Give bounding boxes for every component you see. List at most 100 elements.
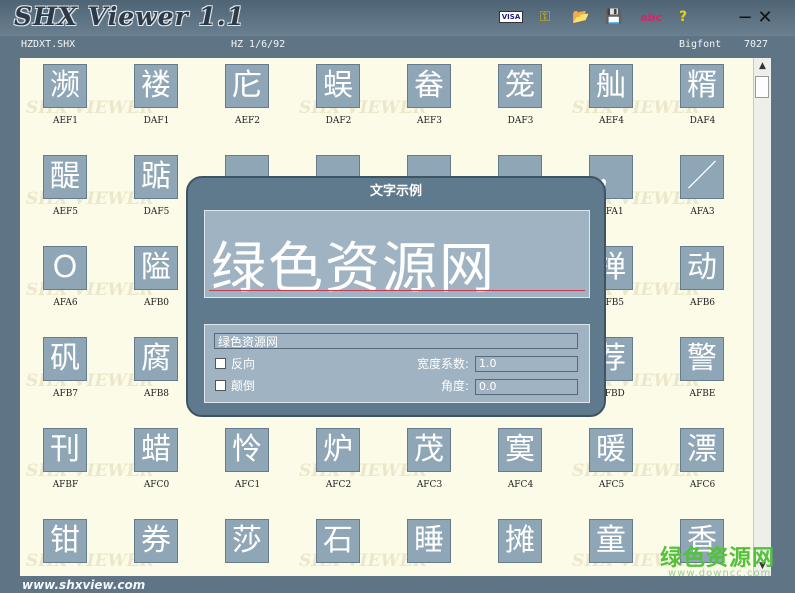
key-icon-glyph: ⚿ <box>539 9 551 25</box>
glyph-cell[interactable]: 券 <box>111 513 202 576</box>
glyph-code: AEF2 <box>234 116 261 126</box>
glyph-code: DAF2 <box>325 116 352 126</box>
glyph-cell[interactable]: 动 AFB6 <box>657 240 748 331</box>
invert-checkbox[interactable] <box>215 380 226 391</box>
info-bar: HZDXT.SHX HZ 1/6/92 Bigfont 7027 <box>0 36 795 56</box>
brand-url: www.downcc.com <box>668 568 772 579</box>
glyph-cell[interactable]: Ｏ AFA6 <box>20 240 111 331</box>
glyph-code: AFC1 <box>234 480 261 490</box>
glyph-cell[interactable]: 炉 AFC2 <box>293 422 384 513</box>
glyph-code: AFC3 <box>416 480 443 490</box>
open-folder-icon-glyph: 📂 <box>572 9 590 25</box>
glyph-box: 隘 <box>134 246 178 290</box>
angle-label: 角度: <box>441 379 470 393</box>
font-type: Bigfont <box>679 39 722 50</box>
glyph-box: 蜈 <box>316 64 360 108</box>
glyph-box: 动 <box>680 246 724 290</box>
glyph-code: AFB6 <box>689 298 716 308</box>
reverse-checkbox[interactable] <box>215 358 226 369</box>
glyph-box: 笼 <box>498 64 542 108</box>
glyph-code: AEF5 <box>52 207 79 217</box>
glyph-code: AFC2 <box>325 480 352 490</box>
glyph-box: 石 <box>316 519 360 563</box>
glyph-cell[interactable]: 糈 DAF4 <box>657 58 748 149</box>
glyph-code: DAF3 <box>507 116 534 126</box>
glyph-box: 券 <box>134 519 178 563</box>
glyph-cell[interactable]: 濒 AEF1 <box>20 58 111 149</box>
preview-text: 绿色资源网 <box>211 236 497 300</box>
glyph-cell[interactable]: 舢 AEF4 <box>566 58 657 149</box>
glyph-code: AEF1 <box>52 116 79 126</box>
glyph-cell[interactable]: 摊 <box>475 513 566 576</box>
glyph-cell[interactable]: 茂 AFC3 <box>384 422 475 513</box>
file-name: HZDXT.SHX <box>21 39 76 50</box>
glyph-box: 炉 <box>316 428 360 472</box>
glyph-cell[interactable]: ／ AFA3 <box>657 149 748 240</box>
glyph-cell[interactable]: 蜡 AFC0 <box>111 422 202 513</box>
glyph-count: 7027 <box>744 39 769 50</box>
glyph-box: 童 <box>589 519 633 563</box>
glyph-box: 腐 <box>134 337 178 381</box>
glyph-box: 怜 <box>225 428 269 472</box>
glyph-box: ／ <box>680 155 724 199</box>
glyph-cell[interactable]: 钳 <box>20 513 111 576</box>
glyph-box: 暖 <box>589 428 633 472</box>
website-link[interactable]: www.shxview.com <box>22 578 145 592</box>
visa-icon[interactable]: VISA <box>498 8 524 26</box>
title-bar: SHX Viewer 1.1 VISA ⚿ 📂 💾 abc ? − ✕ <box>0 0 795 36</box>
close-button[interactable]: ✕ <box>756 9 774 27</box>
open-folder-icon[interactable]: 📂 <box>571 8 591 26</box>
glyph-box: 漂 <box>680 428 724 472</box>
glyph-cell[interactable]: 暖 AFC5 <box>566 422 657 513</box>
glyph-code: AFC6 <box>689 480 716 490</box>
glyph-cell[interactable]: 褛 DAF1 <box>111 58 202 149</box>
glyph-box: 庀 <box>225 64 269 108</box>
dialog-title: 文字示例 <box>369 184 422 199</box>
glyph-box: 寞 <box>498 428 542 472</box>
text-sample-dialog: 文字示例 绿色资源网 反向 颠倒 宽度系数: 1.0 角度: 0.0 <box>186 176 606 417</box>
glyph-box: 糈 <box>680 64 724 108</box>
glyph-cell[interactable]: 笼 DAF3 <box>475 58 566 149</box>
glyph-cell[interactable]: 蜈 DAF2 <box>293 58 384 149</box>
help-icon-glyph: ? <box>678 9 688 25</box>
glyph-box: 踮 <box>134 155 178 199</box>
angle-field[interactable]: 0.0 <box>475 379 578 395</box>
sample-text-input[interactable] <box>214 333 578 349</box>
scroll-thumb[interactable] <box>755 76 769 98</box>
width-factor-field[interactable]: 1.0 <box>475 356 578 372</box>
key-icon[interactable]: ⚿ <box>536 8 554 26</box>
glyph-cell[interactable]: 矾 AFB7 <box>20 331 111 422</box>
glyph-cell[interactable]: 莎 <box>202 513 293 576</box>
glyph-cell[interactable]: 石 <box>293 513 384 576</box>
glyph-box: 褛 <box>134 64 178 108</box>
glyph-code: DAF1 <box>143 116 170 126</box>
save-icon[interactable]: 💾 <box>605 8 623 26</box>
glyph-box: 摊 <box>498 519 542 563</box>
glyph-cell[interactable]: 警 AFBE <box>657 331 748 422</box>
glyph-cell[interactable]: 童 <box>566 513 657 576</box>
glyph-cell[interactable]: 刊 AFBF <box>20 422 111 513</box>
glyph-cell[interactable]: 醍 AEF5 <box>20 149 111 240</box>
glyph-cell[interactable]: 漂 AFC6 <box>657 422 748 513</box>
glyph-cell[interactable]: 寞 AFC4 <box>475 422 566 513</box>
preview-panel: 绿色资源网 <box>204 210 590 300</box>
glyph-code: AFC5 <box>598 480 625 490</box>
vertical-scrollbar[interactable]: ▲ ▼ <box>753 58 771 576</box>
glyph-cell[interactable]: 畚 AEF3 <box>384 58 475 149</box>
glyph-box: 舢 <box>589 64 633 108</box>
glyph-code: AFA6 <box>53 298 78 308</box>
glyph-cell[interactable]: 庀 AEF2 <box>202 58 293 149</box>
abc-icon-label: abc <box>640 10 662 24</box>
app-title: SHX Viewer 1.1 <box>14 2 245 31</box>
glyph-cell[interactable]: 睡 <box>384 513 475 576</box>
properties-panel: 反向 颠倒 宽度系数: 1.0 角度: 0.0 <box>204 324 590 403</box>
glyph-code: AFA3 <box>690 207 715 217</box>
help-icon[interactable]: ? <box>676 8 690 26</box>
glyph-code: AFBE <box>689 389 716 399</box>
glyph-cell[interactable]: 怜 AFC1 <box>202 422 293 513</box>
save-icon-glyph: 💾 <box>605 9 623 25</box>
scroll-up-arrow-icon[interactable]: ▲ <box>754 58 771 74</box>
glyph-box: 矾 <box>43 337 87 381</box>
abc-icon[interactable]: abc <box>638 8 664 26</box>
minimize-button[interactable]: − <box>736 9 754 27</box>
